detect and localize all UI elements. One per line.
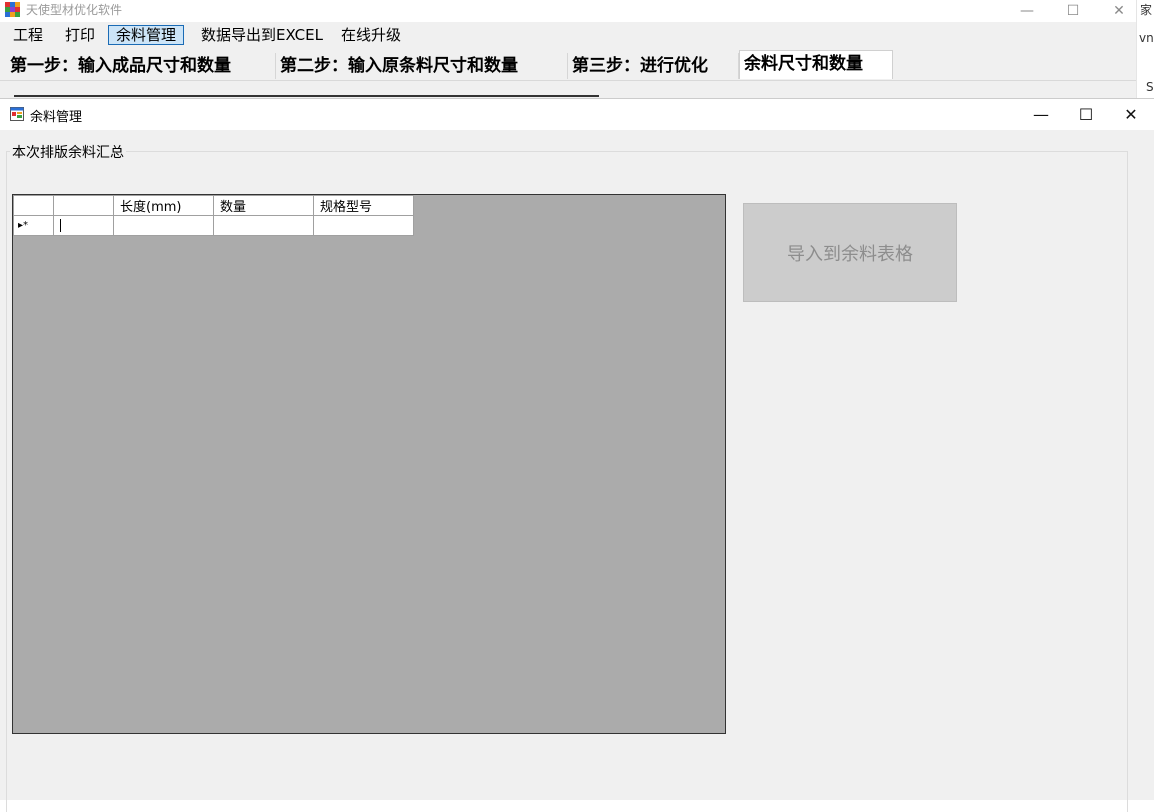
background-window-edge: 家 vn S [1136, 0, 1154, 98]
edge-fragment: vn [1139, 31, 1154, 45]
dialog-minimize-button[interactable]: — [1018, 99, 1064, 130]
main-content-border [14, 95, 599, 97]
main-maximize-button[interactable]: ☐ [1050, 0, 1096, 22]
tab-step-two[interactable]: 第二步：输入原条料尺寸和数量 [276, 53, 568, 79]
row-header-corner[interactable] [13, 195, 54, 216]
text-cursor [60, 219, 61, 232]
app-title: 天使型材优化软件 [26, 3, 123, 17]
tab-step-one[interactable]: 第一步：输入成品尺寸和数量 [6, 53, 276, 79]
column-header-length[interactable]: 长度(mm) [113, 195, 214, 216]
import-to-remnant-table-button[interactable]: 导入到余料表格 [743, 203, 957, 302]
grid-cell-spec-model[interactable] [313, 215, 414, 236]
main-minimize-button[interactable]: — [1004, 0, 1050, 22]
dialog-titlebar: 余料管理 — ☐ ✕ [0, 99, 1154, 130]
tab-remnant-sizes[interactable]: 余料尺寸和数量 [739, 50, 893, 79]
grid-cell-quantity[interactable] [213, 215, 314, 236]
menu-item-export-excel[interactable]: 数据导出到EXCEL [194, 25, 330, 45]
edge-fragment: S [1146, 80, 1154, 94]
column-header-quantity[interactable]: 数量 [213, 195, 314, 216]
groupbox-label: 本次排版余料汇总 [10, 142, 126, 162]
remnant-management-dialog: 余料管理 — ☐ ✕ 本次排版余料汇总 长度(mm) 数量 规格型号 ▸* 导入… [0, 98, 1154, 812]
menu-item-remnant-management[interactable]: 余料管理 [108, 25, 185, 45]
menu-item-online-upgrade[interactable]: 在线升级 [334, 25, 408, 45]
tab-step-three[interactable]: 第三步：进行优化 [568, 53, 739, 79]
table-row: ▸* [13, 215, 414, 236]
main-titlebar: 天使型材优化软件 — ☐ ✕ [0, 0, 1136, 22]
menu-item-project[interactable]: 工程 [6, 25, 50, 45]
menu-bar: 工程 打印 余料管理 数据导出到EXCEL 在线升级 [0, 22, 1136, 48]
new-row-marker[interactable]: ▸* [13, 215, 54, 236]
app-grid-icon [5, 2, 20, 17]
dialog-maximize-button[interactable]: ☐ [1063, 99, 1109, 130]
dialog-title: 余料管理 [30, 110, 83, 125]
grid-cell-length[interactable] [113, 215, 214, 236]
menu-item-print[interactable]: 打印 [58, 25, 102, 45]
grid-table: 长度(mm) 数量 规格型号 ▸* [13, 195, 414, 236]
grid-cell-editing[interactable] [53, 215, 114, 236]
dialog-close-button[interactable]: ✕ [1108, 99, 1154, 130]
column-header-spec-model[interactable]: 规格型号 [313, 195, 414, 216]
column-header[interactable] [53, 195, 114, 216]
remnant-data-grid[interactable]: 长度(mm) 数量 规格型号 ▸* [12, 194, 726, 734]
step-tab-bar: 第一步：输入成品尺寸和数量 第二步：输入原条料尺寸和数量 第三步：进行优化 余料… [0, 48, 1136, 80]
window-form-icon [10, 107, 24, 121]
edge-fragment: 家 [1140, 3, 1153, 17]
grid-header-row: 长度(mm) 数量 规格型号 [13, 195, 414, 216]
